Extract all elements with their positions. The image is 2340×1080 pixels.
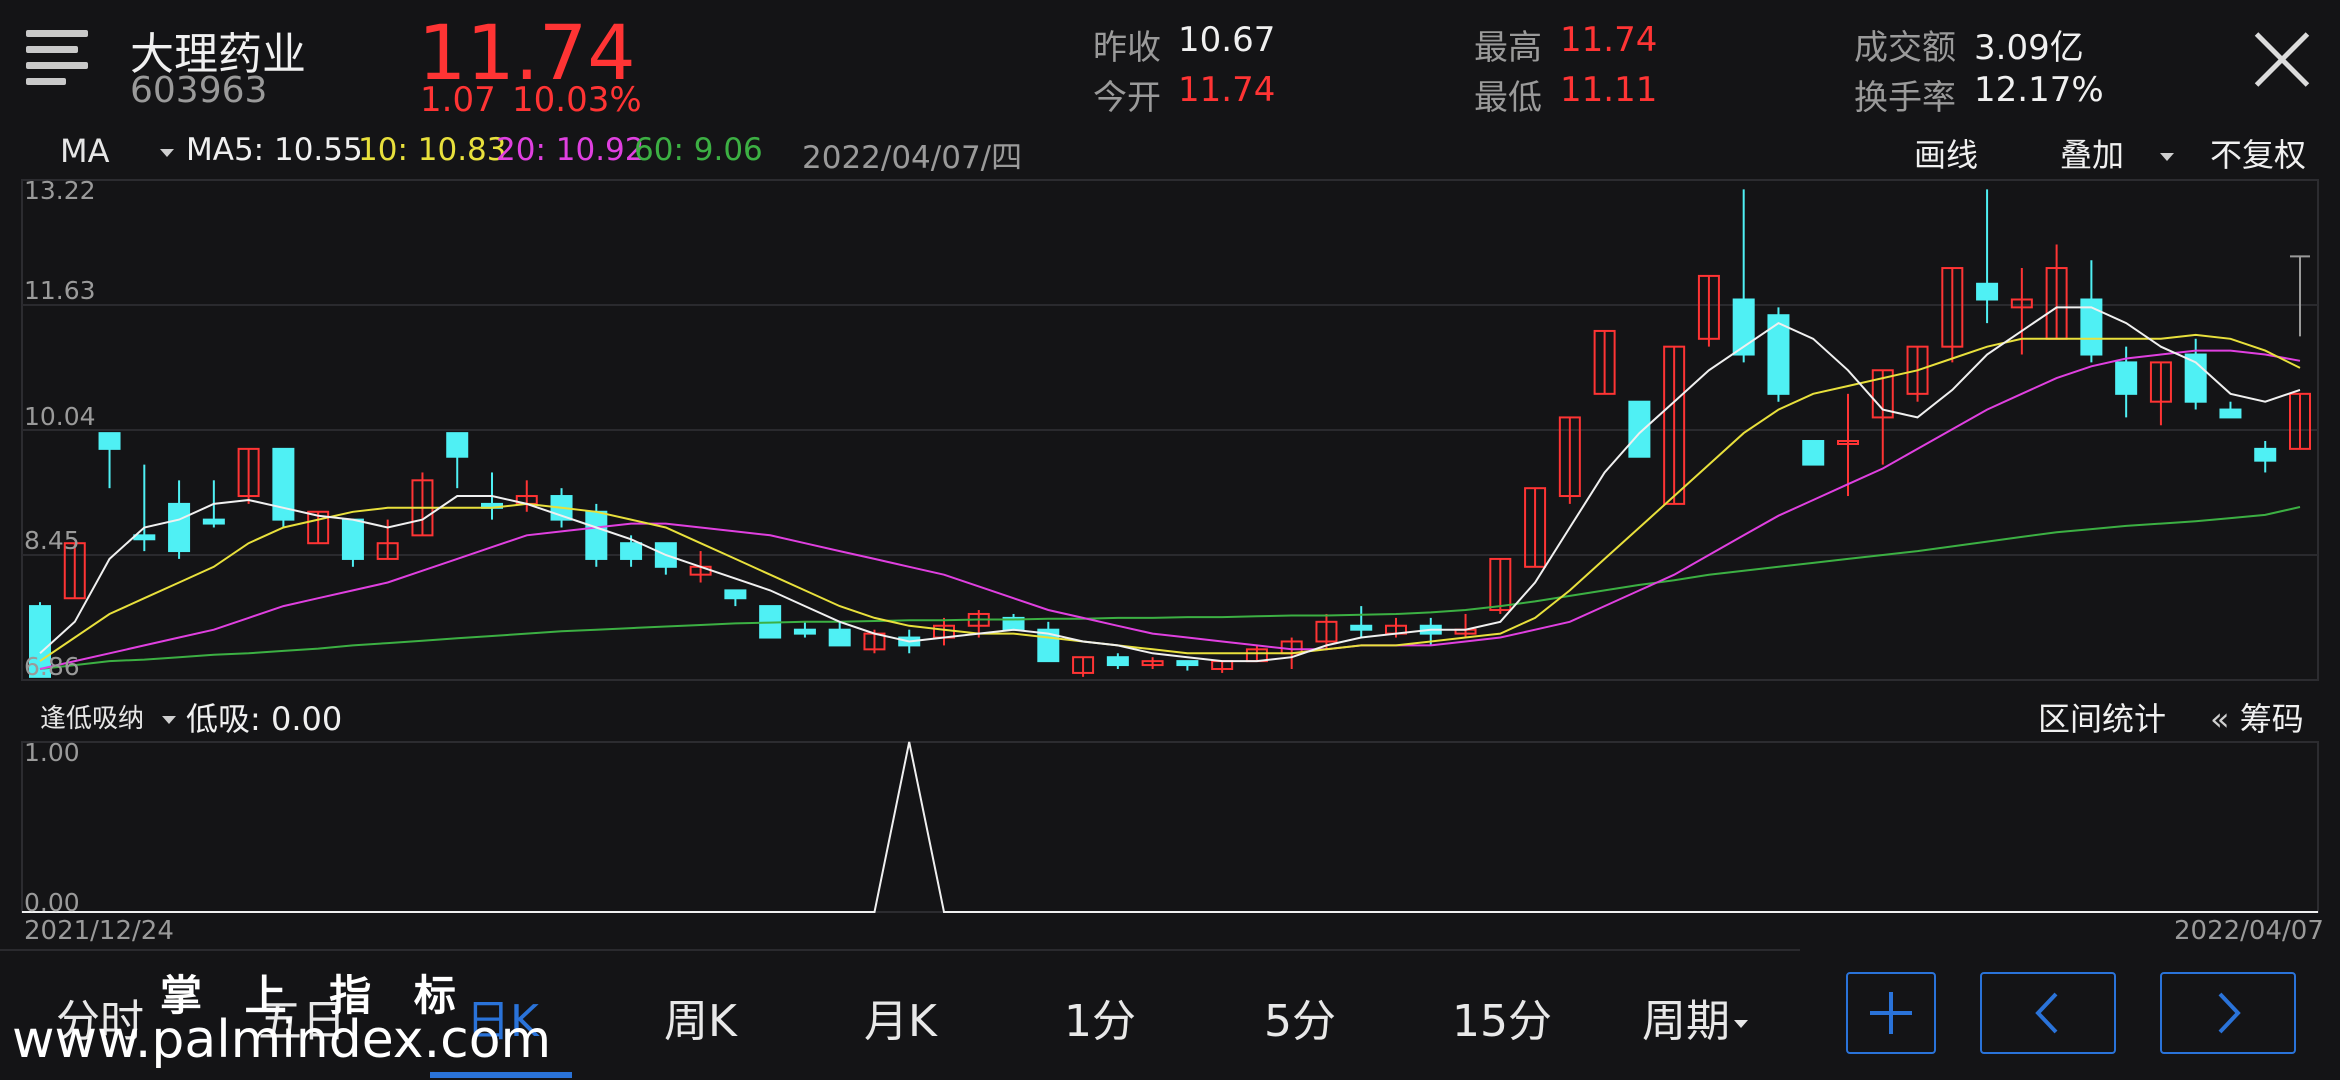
- sub-indicator-line: [22, 741, 2318, 913]
- candle-body: [1350, 624, 1373, 631]
- watermark-url: www.palmindex.com: [12, 1010, 552, 1070]
- y-tick-label: 10.04: [24, 402, 96, 431]
- zoom-in-button[interactable]: [1846, 972, 1936, 1054]
- candle-body: [2219, 408, 2242, 419]
- chevron-right-icon: [2218, 992, 2241, 1034]
- sub-indicator-selector[interactable]: 逢低吸纳: [40, 698, 177, 735]
- y-tick-label: 6.86: [24, 652, 80, 681]
- move-left-button[interactable]: [1980, 972, 2116, 1054]
- tab-1min[interactable]: 1分: [1064, 985, 1136, 1049]
- candle-body: [2254, 447, 2277, 462]
- candle-body: [1106, 656, 1129, 667]
- y-tick-label: 11.63: [24, 276, 96, 305]
- tab-5min[interactable]: 5分: [1264, 985, 1336, 1049]
- sub-y-bottom-label: 0.00: [24, 888, 80, 917]
- candle-body: [133, 534, 156, 541]
- tab-period-label: 周期: [1642, 996, 1730, 1047]
- candle-body: [1628, 400, 1651, 458]
- chips-button[interactable]: « 筹码: [2210, 694, 2304, 740]
- candle-body: [620, 542, 643, 560]
- tab-weekly-k[interactable]: 周K: [664, 985, 737, 1049]
- plus-icon: [1870, 992, 1912, 1034]
- candle-body: [1802, 440, 1825, 466]
- candle-body: [98, 432, 121, 450]
- tab-15min[interactable]: 15分: [1452, 985, 1552, 1049]
- candle-body: [168, 502, 191, 553]
- chips-label: 筹码: [2239, 700, 2304, 738]
- candle-body: [828, 628, 851, 647]
- candle-body: [341, 518, 364, 560]
- chevron-left-icon: [2035, 992, 2058, 1034]
- candle-body: [724, 589, 747, 600]
- y-tick-label: 13.22: [24, 176, 96, 205]
- y-tick-label: 8.45: [24, 526, 80, 555]
- ma10-line: [39, 333, 2301, 662]
- double-chevron-left-icon: «: [2210, 700, 2230, 738]
- move-right-button[interactable]: [2160, 972, 2296, 1054]
- sub-indicator-label: 逢低吸纳: [40, 704, 145, 734]
- ma5-line: [39, 306, 2301, 663]
- sub-y-top-label: 1.00: [24, 738, 80, 767]
- sub-chart-frame: [21, 741, 2319, 913]
- candle-body: [1976, 282, 1999, 301]
- chevron-down-icon: [1734, 1020, 1748, 1028]
- ma60-line: [39, 506, 2301, 670]
- start-date: 2021/12/24: [24, 916, 174, 946]
- tab-monthly-k[interactable]: 月K: [864, 985, 937, 1049]
- candle-body: [2115, 361, 2138, 395]
- candle-body: [202, 518, 225, 525]
- candle-body: [793, 628, 816, 635]
- tab-period[interactable]: 周期: [1642, 985, 1748, 1049]
- candle-body: [585, 510, 608, 560]
- range-stats-button[interactable]: 区间统计: [2038, 694, 2166, 740]
- kline-chart[interactable]: [0, 0, 2340, 1080]
- active-tab-indicator: [430, 1072, 572, 1078]
- sub-indicator-value: 低吸: 0.00: [186, 700, 343, 738]
- end-date: 2022/04/07: [2174, 916, 2324, 946]
- chevron-down-icon: [162, 715, 177, 724]
- candle-body: [446, 432, 469, 458]
- candle-body: [1176, 660, 1199, 667]
